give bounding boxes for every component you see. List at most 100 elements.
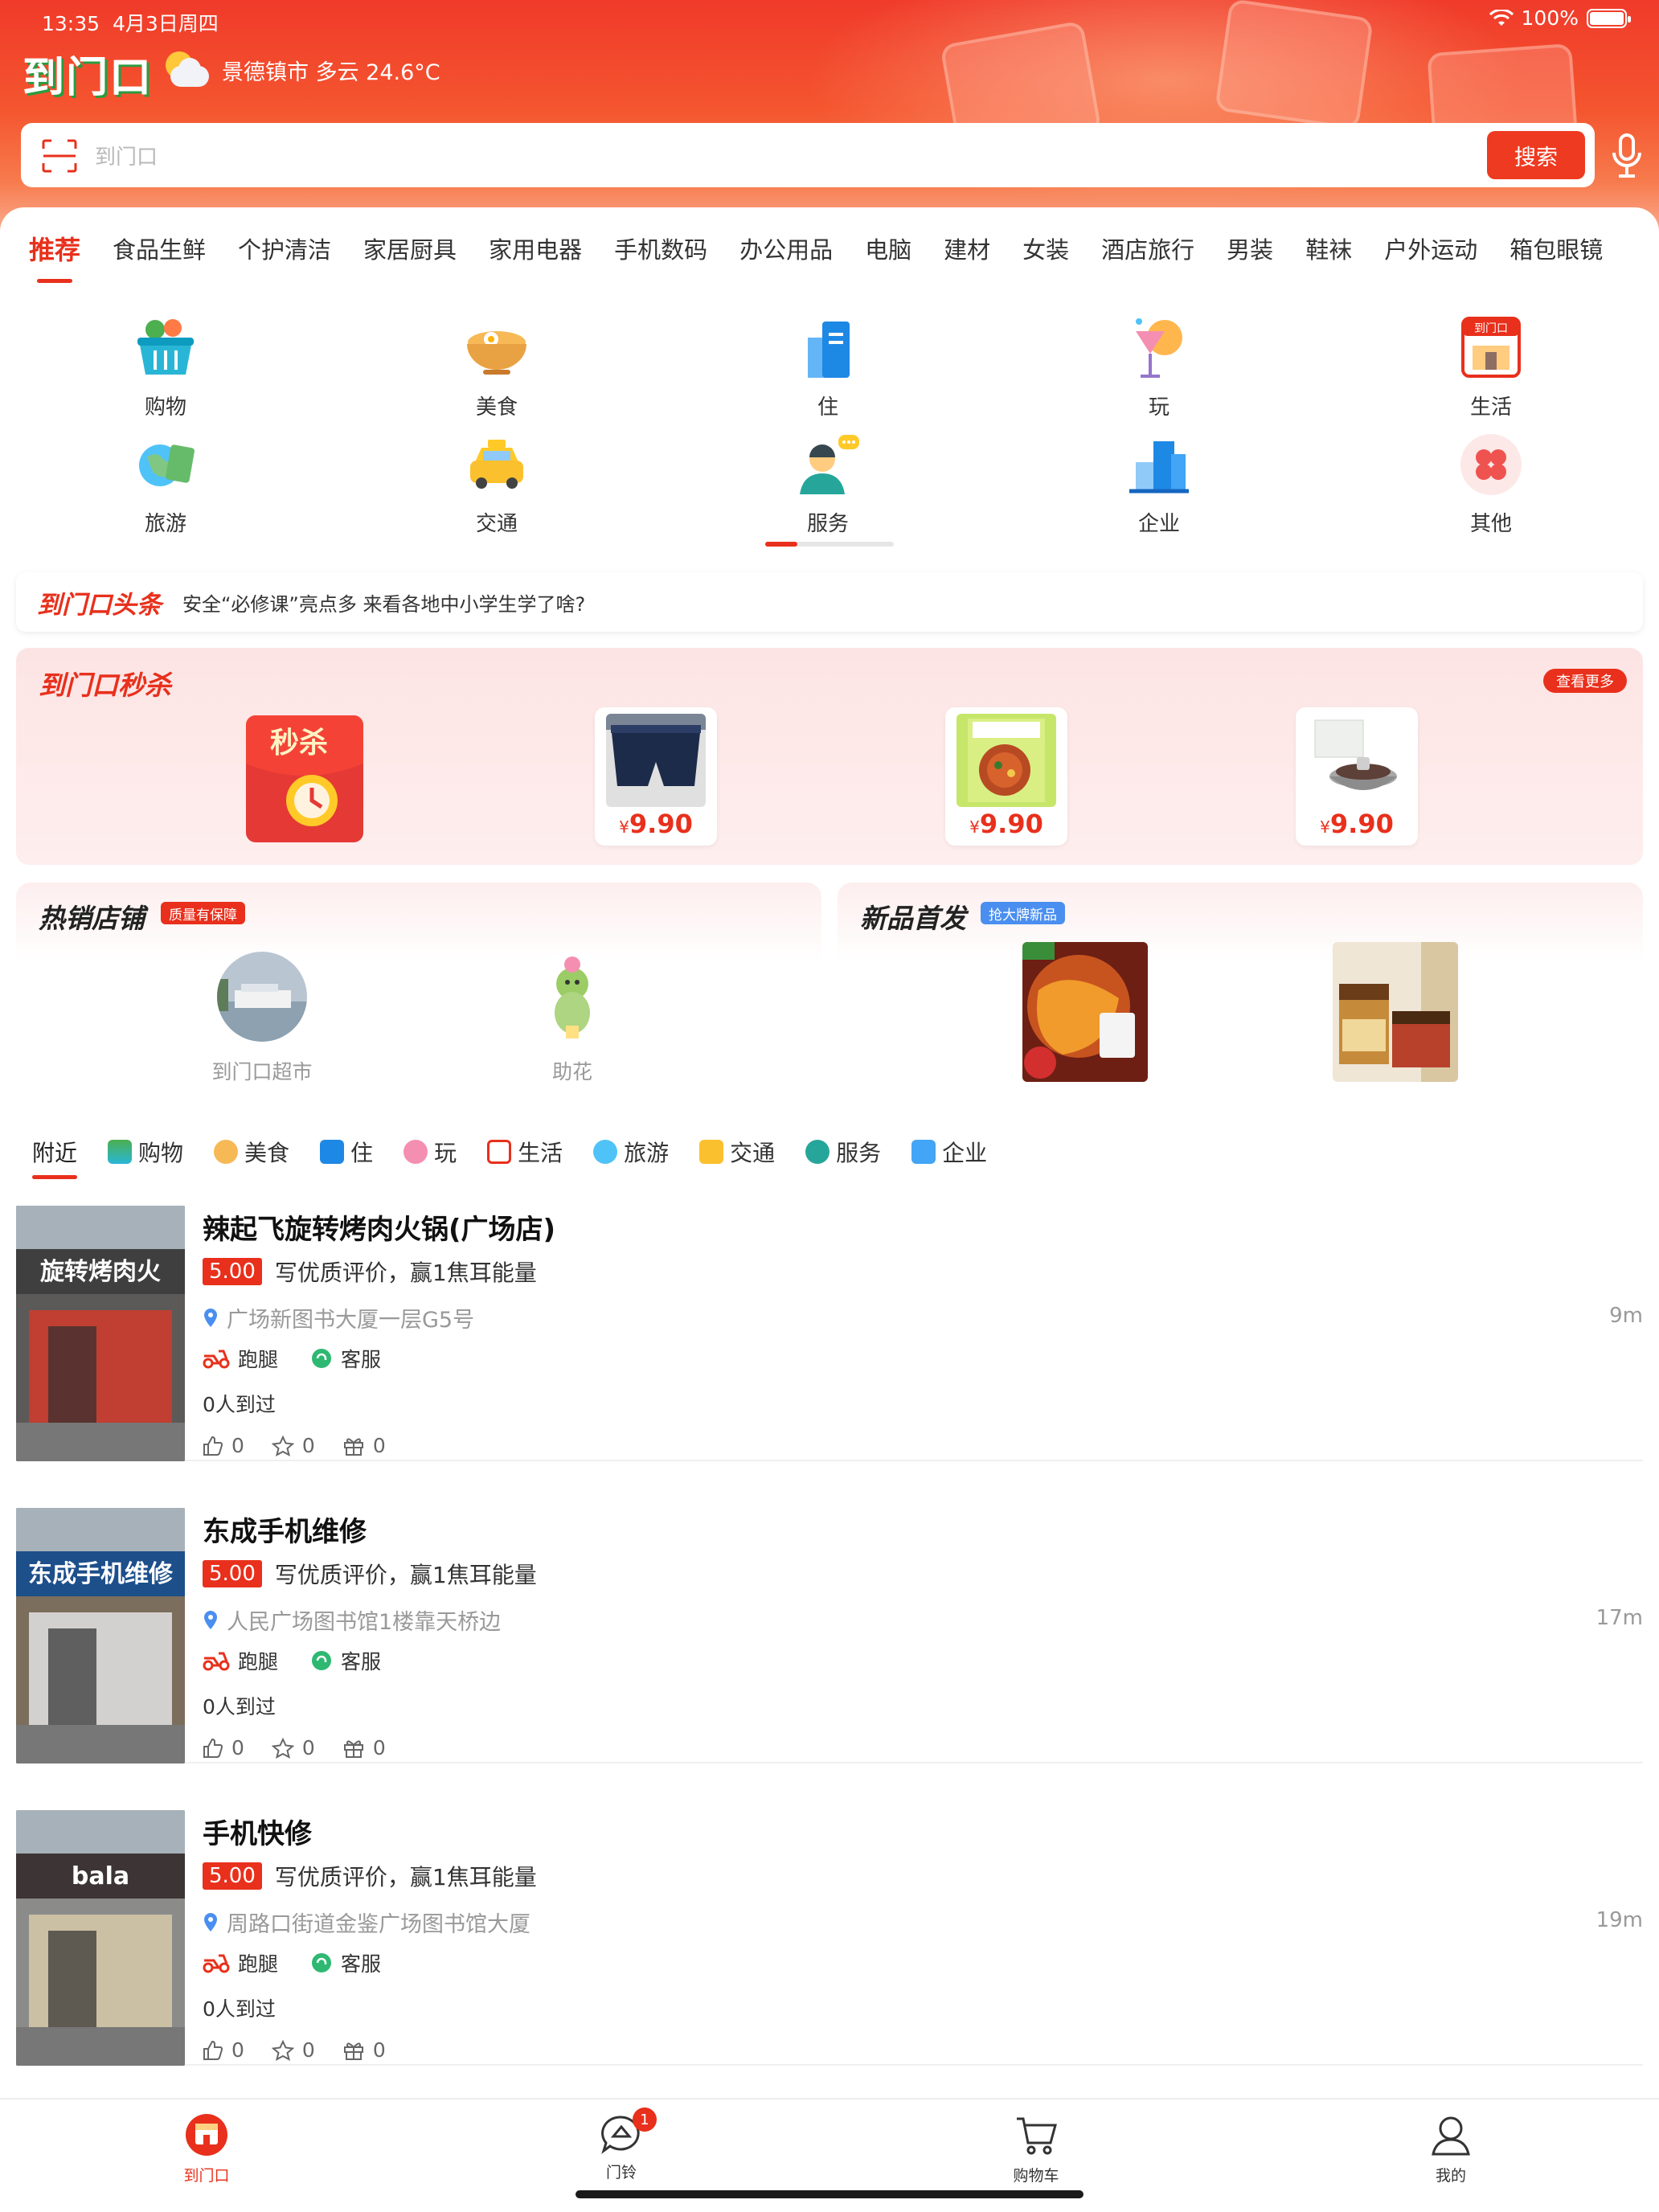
gift-button[interactable]: 0: [342, 1434, 386, 1457]
scan-icon[interactable]: [42, 139, 77, 173]
store-thumbnail[interactable]: 东成手机维修: [16, 1508, 185, 1763]
favorite-button[interactable]: 0: [271, 1434, 315, 1457]
shop-item[interactable]: 助花: [500, 952, 645, 1085]
favorite-button[interactable]: 0: [271, 2038, 315, 2062]
filter-food[interactable]: 美食: [214, 1136, 289, 1168]
tab-women[interactable]: 女装: [1022, 231, 1069, 265]
grid-item-service[interactable]: 服务: [764, 430, 892, 537]
tab-hotel[interactable]: 酒店旅行: [1101, 231, 1194, 265]
store-name[interactable]: 辣起飞旋转烤肉火锅(广场店): [203, 1207, 555, 1247]
search-button[interactable]: 搜索: [1487, 131, 1585, 179]
tab-building[interactable]: 建材: [944, 231, 990, 265]
tab-computer[interactable]: 电脑: [865, 231, 911, 265]
tab-men[interactable]: 男装: [1227, 231, 1273, 265]
tab-outdoor[interactable]: 户外运动: [1384, 231, 1477, 265]
filter-stay[interactable]: 住: [320, 1136, 373, 1168]
grid-item-life[interactable]: 到门口 生活: [1427, 313, 1555, 420]
category-tabs: 推荐 食品生鲜 个护清洁 家居厨具 家用电器 手机数码 办公用品 电脑 建材 女…: [0, 207, 1659, 289]
gift-button[interactable]: 0: [342, 2038, 386, 2062]
search-input[interactable]: 到门口: [95, 141, 158, 170]
store-rating[interactable]: 5.00 写优质评价，赢1焦耳能量: [203, 1558, 537, 1590]
filter-travel[interactable]: 旅游: [593, 1136, 669, 1168]
flash-item-price: ¥9.90: [619, 809, 693, 839]
weather[interactable]: 景德镇市 多云 24.6°C: [162, 50, 440, 90]
like-button[interactable]: 0: [203, 2038, 244, 2062]
tab-phones[interactable]: 手机数码: [614, 231, 707, 265]
tab-cart[interactable]: 购物车: [988, 2112, 1084, 2185]
tab-office[interactable]: 办公用品: [739, 231, 833, 265]
filter-life[interactable]: 生活: [487, 1136, 563, 1168]
customer-service[interactable]: 客服: [310, 1646, 381, 1675]
like-button[interactable]: 0: [203, 1434, 244, 1457]
store-name[interactable]: 东成手机维修: [203, 1509, 367, 1549]
store-row[interactable]: 东成手机维修 东成手机维修 5.00 写优质评价，赢1焦耳能量 人民广场图书馆1…: [16, 1508, 1643, 1763]
gift-icon: [343, 1739, 363, 1758]
filter-shopping[interactable]: 购物: [108, 1136, 183, 1168]
filter-play[interactable]: 玩: [403, 1136, 457, 1168]
filter-transport[interactable]: 交通: [699, 1136, 775, 1168]
app-logo[interactable]: 到门口: [23, 47, 153, 102]
tab-shoes[interactable]: 鞋袜: [1305, 231, 1352, 265]
grid-item-shopping[interactable]: 购物: [101, 313, 230, 420]
store-address: 人民广场图书馆1楼靠天桥边: [203, 1604, 501, 1636]
like-button[interactable]: 0: [203, 1736, 244, 1759]
tab-bags[interactable]: 箱包眼镜: [1509, 231, 1603, 265]
grid-item-enterprise[interactable]: 企业: [1095, 430, 1223, 537]
store-sign-text: bala: [72, 1862, 129, 1890]
headline-brand: 到门口头条: [37, 590, 162, 620]
tab-mine[interactable]: 我的: [1403, 2112, 1499, 2185]
store-thumbnail[interactable]: bala: [16, 1810, 185, 2066]
review-prompt: 写优质评价，赢1焦耳能量: [274, 1562, 537, 1588]
tab-food[interactable]: 食品生鲜: [113, 231, 206, 265]
store-name[interactable]: 手机快修: [203, 1812, 312, 1851]
tab-personal-care[interactable]: 个护清洁: [238, 231, 331, 265]
store-rating[interactable]: 5.00 写优质评价，赢1焦耳能量: [203, 1860, 537, 1892]
location-pin-icon: [204, 1610, 217, 1629]
view-more-button[interactable]: 查看更多: [1543, 669, 1627, 693]
grid-item-other[interactable]: 其他: [1427, 430, 1555, 537]
store-sign-text: 旋转烤肉火: [40, 1258, 161, 1286]
customer-service[interactable]: 客服: [310, 1344, 381, 1373]
filter-nearby[interactable]: 附近: [32, 1136, 78, 1179]
filter-enterprise[interactable]: 企业: [911, 1136, 987, 1168]
store-rating[interactable]: 5.00 写优质评价，赢1焦耳能量: [203, 1256, 537, 1288]
tab-home-kitchen[interactable]: 家居厨具: [363, 231, 457, 265]
flash-item-3[interactable]: ¥9.90: [1296, 707, 1418, 846]
mascot-avatar: [527, 952, 617, 1042]
grid-item-transport[interactable]: 交通: [432, 430, 561, 537]
new-product-image-2[interactable]: [1333, 942, 1458, 1082]
flash-item-1[interactable]: ¥9.90: [595, 707, 717, 846]
grid-item-stay[interactable]: 住: [764, 313, 892, 420]
flash-sale-redpacket-icon[interactable]: 秒杀: [243, 707, 367, 846]
customer-service[interactable]: 客服: [310, 1948, 381, 1977]
tab-doorbell[interactable]: 1 门铃: [573, 2108, 670, 2182]
building-stay-icon: [320, 1140, 345, 1164]
chat-service-icon: [312, 1349, 332, 1368]
tab-recommend[interactable]: 推荐: [29, 230, 80, 283]
errand-service[interactable]: 跑腿: [203, 1948, 278, 1977]
grid-item-travel[interactable]: 旅游: [101, 430, 230, 537]
headline-text[interactable]: 安全“必修课”亮点多 来看各地中小学生学了啥?: [182, 588, 585, 616]
new-products-title: 新品首发: [860, 903, 966, 934]
store-thumbnail[interactable]: 旋转烤肉火: [16, 1206, 185, 1461]
grid-item-food[interactable]: 美食: [432, 313, 561, 420]
visit-count: 0人到过: [203, 1997, 276, 2021]
errand-service[interactable]: 跑腿: [203, 1646, 278, 1675]
shop-item[interactable]: 到门口超市: [190, 952, 334, 1085]
search-bar: 到门口 搜索: [21, 123, 1595, 187]
store-row[interactable]: 旋转烤肉火 辣起飞旋转烤肉火锅(广场店) 5.00 写优质评价，赢1焦耳能量 广…: [16, 1206, 1643, 1461]
hot-shops-title: 热销店铺: [39, 903, 145, 934]
news-headline[interactable]: 到门口头条 安全“必修课”亮点多 来看各地中小学生学了啥?: [16, 572, 1643, 632]
errand-service[interactable]: 跑腿: [203, 1344, 278, 1373]
tab-appliances[interactable]: 家用电器: [489, 231, 582, 265]
store-row[interactable]: bala 手机快修 5.00 写优质评价，赢1焦耳能量 周路口街道金鉴广场图书馆…: [16, 1810, 1643, 2066]
gift-button[interactable]: 0: [342, 1736, 386, 1759]
tab-home[interactable]: 到门口: [158, 2112, 255, 2185]
new-product-image-1[interactable]: [1022, 942, 1148, 1082]
favorite-button[interactable]: 0: [271, 1736, 315, 1759]
grid-item-play[interactable]: 玩: [1095, 313, 1223, 420]
flash-item-2[interactable]: ¥9.90: [945, 707, 1067, 846]
microphone-icon[interactable]: [1611, 132, 1643, 180]
building-stay-icon: [808, 322, 850, 378]
filter-service[interactable]: 服务: [805, 1136, 881, 1168]
